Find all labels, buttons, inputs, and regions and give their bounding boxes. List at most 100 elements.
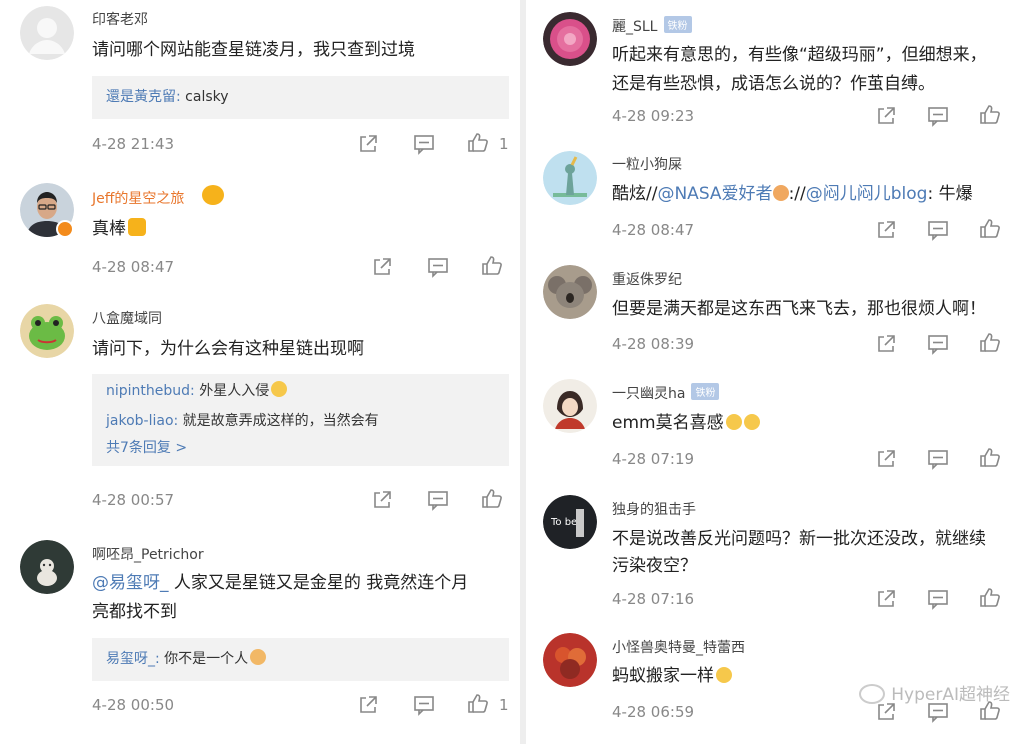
share-icon[interactable] [875,333,897,355]
comment-text: emm莫名喜感 [612,409,760,437]
mention-link[interactable]: @易玺呀_ [92,573,169,593]
like-icon[interactable] [467,692,489,714]
comment-icon[interactable] [927,105,949,127]
username[interactable]: 啊呸昂_Petrichor [92,544,204,564]
username[interactable]: 印客老邓 [92,9,148,29]
frog-avatar-icon [20,304,74,358]
comment: 一粒小狗屎 酷炫//@NASA爱好者://@闷儿闷儿blog: 牛爆 4-28 … [526,138,1024,252]
reply-text: 就是故意弄成这样的，当然会有 [178,413,379,429]
reply-box[interactable]: 易玺呀_: 你不是一个人 [92,638,509,681]
comment: Jeff的星空之旅 真棒 4-28 08:47 [0,170,520,290]
avatar[interactable] [543,12,597,66]
username[interactable]: 一粒小狗屎 [612,154,682,174]
like-icon[interactable] [481,254,503,276]
share-icon[interactable] [357,133,379,155]
illustrated-avatar-icon [543,379,597,433]
share-icon[interactable] [371,256,393,278]
username[interactable]: 独身的狙击手 [612,499,696,519]
flower-avatar-icon [543,12,597,66]
username[interactable]: 八盒魔域同 [92,308,162,328]
like-icon[interactable] [467,131,489,153]
share-icon[interactable] [875,448,897,470]
dark-avatar-icon: To be [543,495,597,549]
comment: 印客老邓 请问哪个网站能查星链凌月，我只查到过境 還是黃克留: calsky 4… [0,0,520,170]
like-count: 1 [499,135,509,153]
reply-text: 外星人入侵 [194,383,270,399]
comment: To be 独身的狙击手 不是说改善反光问题吗？新一批次还没改，就继续 污染夜空… [526,482,1024,622]
comment-text: 酷炫//@NASA爱好者://@闷儿闷儿blog: 牛爆 [612,184,973,204]
reply-username[interactable]: 還是黃克留: [106,89,181,105]
like-icon[interactable] [979,586,1001,608]
comment-icon[interactable] [927,219,949,241]
reply-text: calsky [180,89,229,105]
wechat-logo-icon [859,684,886,704]
username[interactable]: 一只幽灵ha 铁粉 [612,383,720,403]
timestamp: 4-28 00:50 [92,696,175,714]
more-replies-link[interactable]: 共7条回复 > [106,438,187,458]
share-icon[interactable] [875,588,897,610]
comment-icon[interactable] [927,588,949,610]
tongue-emoji-icon [716,667,732,683]
comment-text-line2: 污染夜空？ [612,556,697,576]
reply-username[interactable]: nipinthebud: [106,383,195,399]
like-count: 1 [499,696,509,714]
monster-avatar-icon [543,633,597,687]
reply-line: jakob-liao: 就是故意弄成这样的，当然会有 [106,411,379,431]
comment: 啊呸昂_Petrichor @易玺呀_ 人家又是星链又是金星的 我竟然连个月 亮… [0,525,520,744]
fan-badge: 铁粉 [663,16,692,33]
comment: 一只幽灵ha 铁粉 emm莫名喜感 4-28 07:19 [526,366,1024,482]
timestamp: 4-28 09:23 [612,107,695,125]
laugh-emoji-icon [743,414,760,430]
username[interactable]: 小怪兽奥特曼_特蕾西 [612,637,745,657]
reply-line: 還是黃克留: calsky [106,87,229,107]
koala-avatar-icon [543,265,597,319]
reply-username[interactable]: 易玺呀_: [106,651,160,667]
share-icon[interactable] [371,489,393,511]
comment-text: 但要是满天都是这东西飞来飞去，那也很烦人啊！ [612,299,986,319]
default-avatar-icon [20,6,74,60]
like-icon[interactable] [979,103,1001,125]
timestamp: 4-28 08:39 [612,335,695,353]
avatar[interactable] [543,265,597,319]
like-icon[interactable] [979,446,1001,468]
comment-screenshot: 印客老邓 请问哪个网站能查星链凌月，我只查到过境 還是黃克留: calsky 4… [0,0,1024,744]
timestamp: 4-28 07:16 [612,590,695,608]
reply-box[interactable]: 還是黃克留: calsky [92,76,509,119]
statue-avatar-icon [543,151,597,205]
comment-icon[interactable] [427,256,449,278]
reply-box[interactable]: nipinthebud: 外星人入侵 jakob-liao: 就是故意弄成这样的… [92,374,509,466]
comment-icon[interactable] [413,133,435,155]
comment-icon[interactable] [927,448,949,470]
avatar[interactable] [20,540,74,594]
like-icon[interactable] [979,331,1001,353]
username[interactable]: 重返侏罗纪 [612,269,682,289]
wink-emoji-icon [271,381,288,397]
avatar[interactable] [20,6,74,60]
avatar[interactable] [543,633,597,687]
comment-icon[interactable] [427,489,449,511]
comment-text-line2: 亮都找不到 [92,602,177,622]
mention-link[interactable]: @NASA爱好者 [657,184,772,204]
avatar[interactable] [543,379,597,433]
timestamp: 4-28 08:47 [92,258,175,276]
avatar[interactable]: To be [543,495,597,549]
comment-text: 真棒 [92,215,146,243]
timestamp: 4-28 07:19 [612,450,695,468]
avatar[interactable] [543,151,597,205]
reply-username[interactable]: jakob-liao: [106,413,178,429]
comment-icon[interactable] [413,694,435,716]
share-icon[interactable] [357,694,379,716]
comment-icon[interactable] [927,333,949,355]
username[interactable]: 麗_SLL 铁粉 [612,16,692,36]
timestamp: 4-28 06:59 [612,703,695,721]
emoji-icon [772,185,789,201]
mention-link[interactable]: @闷儿闷儿blog [806,184,928,204]
username[interactable]: Jeff的星空之旅 [92,188,184,208]
share-icon[interactable] [875,219,897,241]
reply-line: nipinthebud: 外星人入侵 [106,381,288,401]
share-icon[interactable] [875,105,897,127]
like-icon[interactable] [481,487,503,509]
like-icon[interactable] [979,217,1001,239]
avatar[interactable] [20,304,74,358]
comment: 麗_SLL 铁粉 听起来有意思的，有些像“超级玛丽”，但细想来， 还是有些恐惧，成… [526,0,1024,138]
